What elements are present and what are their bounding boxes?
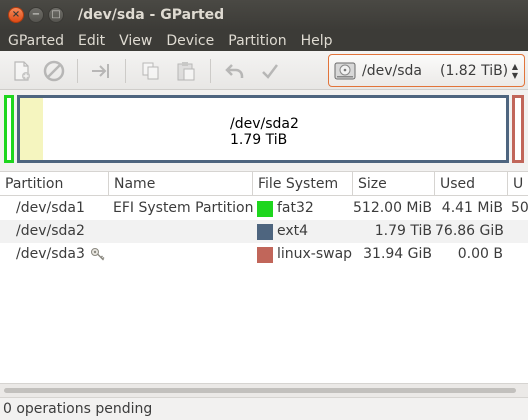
close-window-button[interactable]: × [8, 7, 24, 23]
table-header: Partition Name File System Size Used U [0, 172, 528, 196]
paste-icon [177, 62, 195, 81]
diskmap-partition-sda3[interactable] [512, 95, 524, 163]
table-row[interactable]: /dev/sda3 linux-swap 31.94 GiB 0.00 B [0, 243, 528, 266]
copy-button[interactable] [140, 60, 162, 82]
window-title: /dev/sda - GParted [78, 7, 225, 23]
partition-table: Partition Name File System Size Used U /… [0, 171, 528, 383]
cell-size: 31.94 GiB [363, 246, 432, 262]
cell-filesystem: ext4 [277, 223, 309, 239]
menu-help[interactable]: Help [301, 33, 333, 49]
apply-button[interactable] [259, 60, 281, 82]
column-header-size[interactable]: Size [353, 172, 435, 196]
resize-move-icon [92, 64, 109, 78]
resize-move-button[interactable] [90, 60, 112, 82]
cell-used: 4.41 MiB [441, 200, 503, 216]
cell-used: 0.00 B [457, 246, 503, 262]
column-header-partition[interactable]: Partition [0, 172, 109, 196]
diskmap-partition-label: /dev/sda2 1.79 TiB [230, 116, 299, 148]
toolbar-separator [210, 59, 211, 83]
menu-edit[interactable]: Edit [78, 33, 105, 49]
table-row[interactable]: /dev/sda1 EFI System Partition fat32 512… [0, 197, 528, 220]
cell-partition: /dev/sda2 [16, 223, 85, 239]
cell-name: EFI System Partition [113, 200, 254, 216]
menu-partition[interactable]: Partition [228, 33, 286, 49]
menu-view[interactable]: View [119, 33, 152, 49]
table-row[interactable]: /dev/sda2 ext4 1.79 TiB 76.86 GiB [0, 220, 528, 243]
diskmap-partition-size: 1.79 TiB [230, 132, 288, 148]
new-partition-button[interactable] [10, 60, 32, 82]
maximize-icon: □ [51, 9, 61, 20]
column-header-filesystem[interactable]: File System [253, 172, 353, 196]
status-text: 0 operations pending [3, 401, 153, 417]
apply-icon [262, 64, 278, 79]
cell-size: 1.79 TiB [374, 223, 432, 239]
horizontal-scrollbar[interactable] [0, 383, 528, 397]
undo-button[interactable] [224, 60, 246, 82]
key-icon [91, 248, 105, 261]
title-bar: × − □ /dev/sda - GParted [0, 0, 528, 30]
cell-filesystem: linux-swap [277, 246, 353, 262]
cell-used: 76.86 GiB [435, 223, 504, 239]
diskmap-partition-name: /dev/sda2 [230, 116, 299, 132]
minimize-window-button[interactable]: − [28, 7, 44, 23]
cell-partition: /dev/sda3 [16, 246, 85, 262]
menu-device[interactable]: Device [166, 33, 214, 49]
column-header-unused[interactable]: U [508, 172, 528, 196]
cell-unused: 50 [511, 200, 528, 216]
diskmap-partition-sda1[interactable] [4, 95, 14, 163]
delete-icon [43, 60, 65, 82]
toolbar-separator [77, 59, 78, 83]
minimize-icon: − [31, 9, 41, 20]
undo-icon [225, 64, 244, 78]
diskmap-partition-sda2[interactable]: /dev/sda2 1.79 TiB [17, 95, 509, 163]
disk-map: /dev/sda2 1.79 TiB [0, 90, 528, 168]
maximize-window-button[interactable]: □ [48, 7, 64, 23]
toolbar-separator [125, 59, 126, 83]
cell-filesystem: fat32 [277, 200, 314, 216]
menu-gparted[interactable]: GParted [8, 33, 64, 49]
filesystem-color-swatch [257, 247, 273, 263]
column-header-used[interactable]: Used [435, 172, 508, 196]
filesystem-color-swatch [257, 201, 273, 217]
cell-size: 512.00 MiB [353, 200, 433, 216]
new-icon [14, 61, 30, 81]
scrollbar-thumb[interactable] [4, 388, 516, 393]
delete-partition-button[interactable] [43, 60, 65, 82]
device-size: (1.82 TiB) [439, 62, 509, 79]
cell-partition: /dev/sda1 [16, 200, 85, 216]
copy-icon [142, 62, 159, 80]
device-selector[interactable]: /dev/sda (1.82 TiB) ▲ ▼ [328, 54, 525, 87]
column-header-name[interactable]: Name [109, 172, 253, 196]
diskmap-used-space [20, 98, 43, 160]
filesystem-color-swatch [257, 224, 273, 240]
chevron-updown-icon: ▲ ▼ [511, 62, 518, 80]
status-bar: 0 operations pending [0, 397, 528, 420]
close-icon: × [11, 9, 21, 20]
device-name: /dev/sda [362, 62, 422, 79]
menu-bar: GParted Edit View Device Partition Help [0, 30, 528, 51]
harddisk-icon [334, 62, 356, 79]
paste-button[interactable] [175, 60, 197, 82]
